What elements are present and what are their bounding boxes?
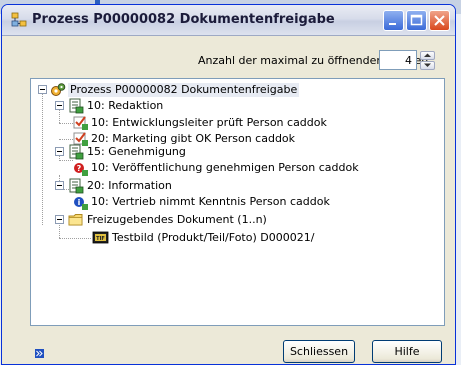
tree-task-label[interactable]: 10: Entwicklungsleiter prüft Person cadd… [91, 116, 327, 130]
step-list-icon [68, 144, 84, 160]
spin-up-button[interactable] [420, 51, 435, 60]
tree-step-label[interactable]: 15: Genehmigung [87, 145, 186, 159]
tree-step-label[interactable]: 10: Redaktion [87, 99, 163, 113]
close-button[interactable]: Schliessen [283, 340, 355, 363]
process-icon [11, 12, 27, 28]
svg-text:i: i [78, 198, 81, 207]
task-rejected-icon: ? [73, 161, 89, 177]
expander-step-20[interactable] [55, 181, 64, 190]
expand-more-icon[interactable] [35, 348, 44, 358]
process-gears-icon [50, 82, 66, 98]
window-title: Prozess P00000082 Dokumentenfreigabe [32, 12, 335, 27]
close-window-button[interactable] [429, 10, 450, 31]
expander-root[interactable] [38, 85, 47, 94]
step-list-icon [68, 98, 84, 114]
tree-root-label[interactable]: Prozess P00000082 Dokumentenfreigabe [68, 83, 300, 97]
svg-text:TIF: TIF [96, 236, 105, 242]
svg-text:?: ? [77, 164, 82, 173]
minimize-button[interactable] [383, 10, 404, 31]
expander-documents[interactable] [55, 215, 64, 224]
tree-task-label[interactable]: 10: Vertrieb nimmt Kenntnis Person caddo… [91, 195, 330, 209]
tree-task-label[interactable]: 10: Veröffentlichung genehmigen Person c… [91, 161, 359, 175]
task-info-icon: i [73, 195, 89, 211]
expander-step-15[interactable] [55, 147, 64, 156]
dialog-window: Prozess P00000082 Dokumentenfreigabe Anz… [1, 4, 456, 365]
process-tree[interactable]: Prozess P00000082 Dokumentenfreigabe 10:… [30, 78, 445, 326]
spin-down-button[interactable] [420, 61, 435, 70]
step-list-icon [68, 178, 84, 194]
image-document-icon: TIF [92, 230, 109, 246]
maximize-button[interactable] [406, 10, 427, 31]
tree-document-label[interactable]: Testbild (Produkt/Teil/Foto) D000021/ [112, 231, 314, 245]
help-button[interactable]: Hilfe [372, 340, 442, 363]
tree-folder-label[interactable]: Freizugebendes Dokument (1..n) [87, 213, 267, 227]
expander-step-10[interactable] [55, 101, 64, 110]
levels-input[interactable] [379, 50, 417, 70]
title-bar[interactable]: Prozess P00000082 Dokumentenfreigabe [2, 5, 455, 36]
levels-label: Anzahl der maximal zu öffnenden Ebenen [198, 54, 429, 67]
tree-task-label[interactable]: 20: Marketing gibt OK Person caddok [91, 132, 295, 146]
folder-icon [68, 212, 84, 228]
task-done-check-icon [73, 115, 89, 131]
tree-step-label[interactable]: 20: Information [87, 179, 172, 193]
